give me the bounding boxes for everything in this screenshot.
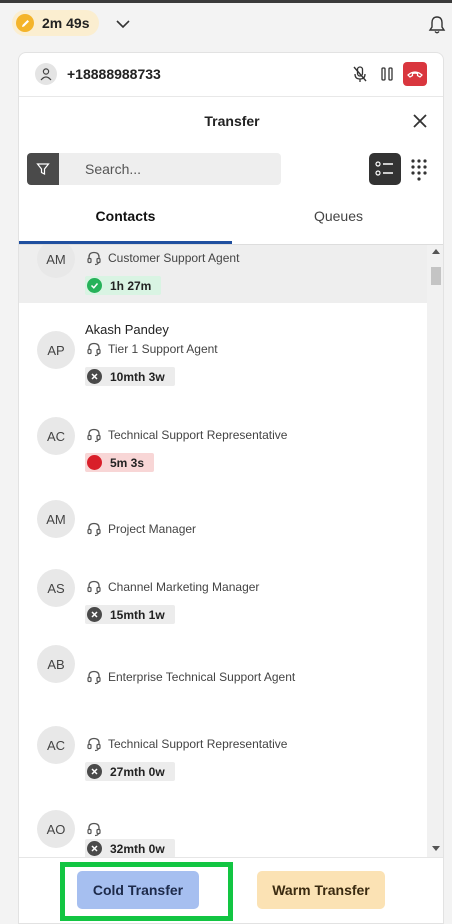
status-badge: 5m 3s — [85, 453, 155, 472]
tab-queues[interactable]: Queues — [232, 201, 443, 245]
scroll-down-arrow-icon[interactable] — [432, 846, 440, 851]
list-view-button[interactable] — [369, 153, 401, 185]
contact-role: Customer Support Agent — [108, 251, 240, 265]
contact-row[interactable]: AC Technical Support Representative 27mt… — [19, 723, 427, 801]
filter-icon — [36, 163, 50, 175]
mic-off-icon[interactable] — [351, 65, 369, 83]
active-call-bar: +18888988733 — [19, 53, 443, 97]
contact-row[interactable]: AM Customer Support Agent 1h 27m — [19, 245, 427, 303]
avatar: AM — [37, 245, 75, 278]
pause-icon[interactable] — [379, 65, 395, 83]
status-duration: 5m 3s — [110, 455, 145, 470]
avatar: AC — [37, 417, 75, 455]
call-timer-value: 2m 49s — [42, 15, 90, 31]
avatar: AC — [37, 726, 75, 764]
contact-row[interactable]: AO 32mth 0w — [19, 801, 427, 857]
transfer-card: +18888988733 Transfer Contacts Queues AM… — [18, 52, 444, 924]
contact-role: Channel Marketing Manager — [108, 580, 260, 594]
user-icon — [35, 63, 57, 85]
caller-number: +18888988733 — [67, 66, 161, 82]
busy-dot-icon — [87, 455, 102, 470]
hangup-button[interactable] — [403, 62, 427, 86]
scroll-up-arrow-icon[interactable] — [432, 249, 440, 254]
avatar: AS — [37, 569, 75, 607]
offline-x-icon — [87, 369, 102, 384]
status-duration: 15mth 1w — [110, 607, 165, 622]
contact-row[interactable]: AS Channel Marketing Manager 15mth 1w — [19, 569, 427, 641]
contact-role: Technical Support Representative — [108, 737, 288, 751]
active-tab-indicator — [19, 241, 232, 244]
warm-transfer-button[interactable]: Warm Transfer — [257, 871, 385, 909]
status-duration: 10mth 3w — [110, 369, 165, 384]
status-badge: 27mth 0w — [85, 762, 175, 781]
tab-contacts[interactable]: Contacts — [19, 201, 232, 245]
close-icon[interactable] — [411, 112, 429, 130]
scrollbar-thumb[interactable] — [431, 267, 441, 285]
status-badge: 10mth 3w — [85, 367, 175, 386]
list-view-icon — [375, 161, 393, 176]
headset-icon — [87, 251, 101, 266]
contact-role: Enterprise Technical Support Agent — [108, 670, 296, 684]
search-input[interactable] — [59, 153, 281, 185]
list-scrollbar[interactable] — [427, 245, 443, 857]
headset-icon — [87, 670, 101, 685]
contact-role: Project Manager — [108, 522, 197, 536]
contact-row[interactable]: AM Project Manager — [19, 493, 427, 563]
contact-role: Tier 1 Support Agent — [108, 342, 218, 356]
headset-icon — [87, 737, 101, 752]
headset-icon — [87, 522, 101, 537]
avatar: AO — [37, 810, 75, 848]
offline-x-icon — [87, 607, 102, 622]
contact-row[interactable]: AB Enterprise Technical Support Agent — [19, 645, 427, 723]
contact-role: Technical Support Representative — [108, 428, 288, 442]
headset-icon — [87, 822, 101, 837]
contact-list[interactable]: AM Customer Support Agent 1h 27m Akash P… — [19, 245, 427, 857]
status-duration: 32mth 0w — [110, 841, 165, 856]
headset-icon — [87, 342, 101, 357]
avatar: AP — [37, 331, 75, 369]
dialpad-icon[interactable] — [409, 157, 429, 181]
headset-icon — [87, 580, 101, 595]
status-duration: 27mth 0w — [110, 764, 165, 779]
checkmark-icon — [87, 278, 102, 293]
filter-button[interactable] — [27, 153, 59, 185]
chevron-down-icon[interactable] — [114, 15, 132, 33]
contact-name: Akash Pandey — [85, 322, 169, 337]
tab-bar: Contacts Queues — [19, 201, 443, 245]
status-duration: 1h 27m — [110, 278, 152, 293]
avatar: AM — [37, 500, 75, 538]
pencil-edit-icon — [16, 14, 34, 32]
avatar: AB — [37, 645, 75, 683]
offline-x-icon — [87, 764, 102, 779]
cold-transfer-button[interactable]: Cold Transfer — [77, 871, 199, 909]
panel-title: Transfer — [204, 113, 260, 129]
headset-icon — [87, 428, 101, 443]
contact-row[interactable]: Akash Pandey AP Tier 1 Support Agent 10m… — [19, 322, 427, 403]
phone-hangup-icon — [407, 71, 423, 78]
top-bar: 2m 49s — [0, 3, 452, 43]
bell-icon[interactable] — [427, 15, 447, 35]
contact-row[interactable]: AC Technical Support Representative 5m 3… — [19, 411, 427, 487]
transfer-actions: Cold Transfer Warm Transfer — [19, 857, 443, 923]
status-badge: 32mth 0w — [85, 839, 175, 857]
offline-x-icon — [87, 841, 102, 856]
status-badge: 15mth 1w — [85, 605, 175, 624]
call-timer[interactable]: 2m 49s — [12, 10, 100, 36]
status-badge: 1h 27m — [85, 276, 162, 295]
